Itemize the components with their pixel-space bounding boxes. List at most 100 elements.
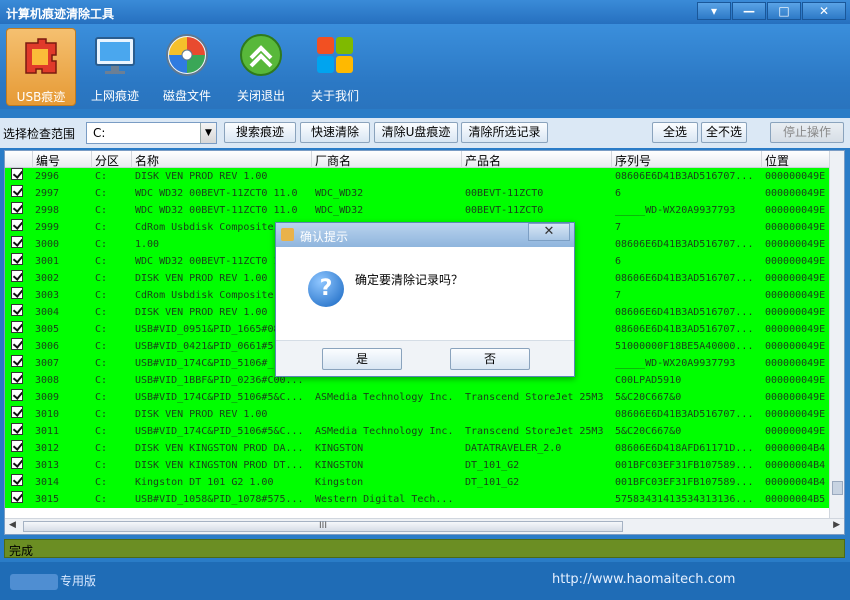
cell-vendor: ASMedia Technology Inc. — [315, 392, 454, 403]
search-traces-button[interactable]: 搜索痕迹 — [224, 122, 296, 143]
cell-loc: 000000049E — [765, 222, 826, 233]
cell-drive: C: — [95, 273, 108, 284]
row-checkbox[interactable] — [11, 355, 23, 367]
cell-loc: 000000049E — [765, 358, 826, 369]
blurred-logo — [10, 573, 58, 590]
maximize-button[interactable]: □ — [767, 2, 801, 20]
header-vendor[interactable]: 厂商名 — [311, 151, 461, 168]
tool-web-traces[interactable]: 上网痕迹 — [80, 28, 150, 106]
yes-button[interactable]: 是 — [322, 348, 402, 370]
cell-loc: 000000049E — [765, 239, 826, 250]
minimize-button[interactable]: — — [732, 2, 766, 20]
cell-drive: C: — [95, 477, 108, 488]
cell-id: 2998 — [35, 205, 60, 216]
clean-usb-button[interactable]: 清除U盘痕迹 — [374, 122, 458, 143]
table-row[interactable]: 3014 C: Kingston DT 101 G2 1.00 Kingston DT_… — [5, 474, 830, 491]
row-checkbox[interactable] — [11, 304, 23, 316]
header-serial[interactable]: 序列号 — [611, 151, 761, 168]
tool-disk-files[interactable]: 磁盘文件 — [152, 28, 222, 106]
header-id[interactable]: 编号 — [32, 151, 91, 168]
dialog-title-bar: 确认提示 ✕ — [276, 223, 574, 247]
select-none-button[interactable]: 全不选 — [701, 122, 747, 143]
row-checkbox[interactable] — [11, 185, 23, 197]
menu-dropdown-button[interactable]: ▾ — [697, 2, 731, 20]
row-checkbox[interactable] — [11, 219, 23, 231]
header-drive[interactable]: 分区 — [91, 151, 131, 168]
row-checkbox[interactable] — [11, 440, 23, 452]
disk-files-icon — [166, 34, 208, 76]
tool-about[interactable]: 关于我们 — [300, 28, 370, 106]
scan-range-value: C: — [93, 126, 106, 140]
cell-id: 3015 — [35, 494, 60, 505]
vertical-scrollbar[interactable] — [829, 151, 844, 518]
cell-id: 2996 — [35, 171, 60, 182]
table-row[interactable]: 3010 C: DISK VEN PROD REV 1.00 08606E6D41B3… — [5, 406, 830, 423]
row-checkbox[interactable] — [11, 253, 23, 265]
horizontal-scroll-thumb[interactable]: III — [23, 521, 623, 532]
cell-name: USB#VID_174C&PID_5106#5&C... — [135, 426, 304, 437]
row-checkbox[interactable] — [11, 168, 23, 180]
dialog-buttons: 是 否 — [276, 340, 574, 376]
tool-usb-traces[interactable]: USB痕迹 — [6, 28, 76, 106]
row-checkbox[interactable] — [11, 270, 23, 282]
window-controls: ▾ — □ ✕ — [696, 2, 846, 20]
table-row[interactable]: 3015 C: USB#VID_1058&PID_1078#575... Wester… — [5, 491, 830, 508]
row-checkbox[interactable] — [11, 287, 23, 299]
tool-label: 磁盘文件 — [162, 89, 211, 103]
table-row[interactable]: 2996 C: DISK VEN PROD REV 1.00 08606E6D41B3… — [5, 168, 830, 185]
quick-clean-button[interactable]: 快速清除 — [300, 122, 370, 143]
cell-product: Transcend StoreJet 25M3 — [465, 426, 604, 437]
row-checkbox[interactable] — [11, 457, 23, 469]
horizontal-scrollbar[interactable]: ◀ III ▶ — [5, 518, 844, 534]
close-button[interactable]: ✕ — [802, 2, 846, 20]
dialog-title: 确认提示 — [300, 230, 349, 244]
cell-serial: 08606E6D41B3AD516707... — [615, 324, 754, 335]
cell-vendor: ASMedia Technology Inc. — [315, 426, 454, 437]
website-link[interactable]: http://www.haomaitech.com — [552, 572, 735, 587]
no-button[interactable]: 否 — [450, 348, 530, 370]
select-all-button[interactable]: 全选 — [652, 122, 698, 143]
header-product[interactable]: 产品名 — [461, 151, 611, 168]
cell-loc: 00000004B4 — [765, 443, 826, 454]
cell-product: DATATRAVELER_2.0 — [465, 443, 562, 454]
dialog-close-button[interactable]: ✕ — [528, 223, 570, 241]
row-checkbox[interactable] — [11, 236, 23, 248]
row-checkbox[interactable] — [11, 474, 23, 486]
row-checkbox[interactable] — [11, 406, 23, 418]
vertical-scroll-thumb[interactable] — [832, 481, 843, 495]
table-row[interactable]: 2997 C: WDC WD32 00BEVT-11ZCT0 11.0 WDC_WD3… — [5, 185, 830, 202]
tool-exit[interactable]: 关闭退出 — [226, 28, 296, 106]
scroll-left-icon[interactable]: ◀ — [9, 520, 16, 530]
header-location[interactable]: 位置 — [761, 151, 830, 168]
cell-name: Kingston DT 101 G2 1.00 — [135, 477, 274, 488]
row-checkbox[interactable] — [11, 321, 23, 333]
cell-id: 3014 — [35, 477, 60, 488]
cell-id: 3008 — [35, 375, 60, 386]
table-row[interactable]: 3011 C: USB#VID_174C&PID_5106#5&C... ASMedi… — [5, 423, 830, 440]
cell-name: DISK VEN PROD REV 1.00 — [135, 171, 268, 182]
row-checkbox[interactable] — [11, 491, 23, 503]
scan-range-select[interactable]: C: ▼ — [86, 122, 217, 144]
table-row[interactable]: 3012 C: DISK VEN KINGSTON PROD DA... KINGST… — [5, 440, 830, 457]
table-row[interactable]: 3009 C: USB#VID_174C&PID_5106#5&C... ASMedi… — [5, 389, 830, 406]
cell-vendor: WDC_WD32 — [315, 188, 364, 199]
cell-serial: 7 — [615, 222, 622, 233]
row-checkbox[interactable] — [11, 389, 23, 401]
table-row[interactable]: 2998 C: WDC WD32 00BEVT-11ZCT0 11.0 WDC_WD3… — [5, 202, 830, 219]
table-row[interactable]: 3013 C: DISK VEN KINGSTON PROD DT... KINGST… — [5, 457, 830, 474]
row-checkbox[interactable] — [11, 202, 23, 214]
chevron-down-icon[interactable]: ▼ — [200, 123, 216, 143]
cell-loc: 000000049E — [765, 324, 826, 335]
scroll-right-icon[interactable]: ▶ — [833, 520, 840, 530]
row-checkbox[interactable] — [11, 338, 23, 350]
row-checkbox[interactable] — [11, 423, 23, 435]
stop-button[interactable]: 停止操作 — [770, 122, 844, 143]
header-name[interactable]: 名称 — [131, 151, 311, 168]
footer: 专用版 http://www.haomaitech.com — [0, 562, 850, 600]
cell-name: DISK VEN KINGSTON PROD DA... — [135, 443, 304, 454]
row-checkbox[interactable] — [11, 372, 23, 384]
cell-drive: C: — [95, 494, 108, 505]
clean-selected-button[interactable]: 清除所选记录 — [461, 122, 548, 143]
cell-drive: C: — [95, 205, 108, 216]
cell-vendor: WDC_WD32 — [315, 205, 364, 216]
